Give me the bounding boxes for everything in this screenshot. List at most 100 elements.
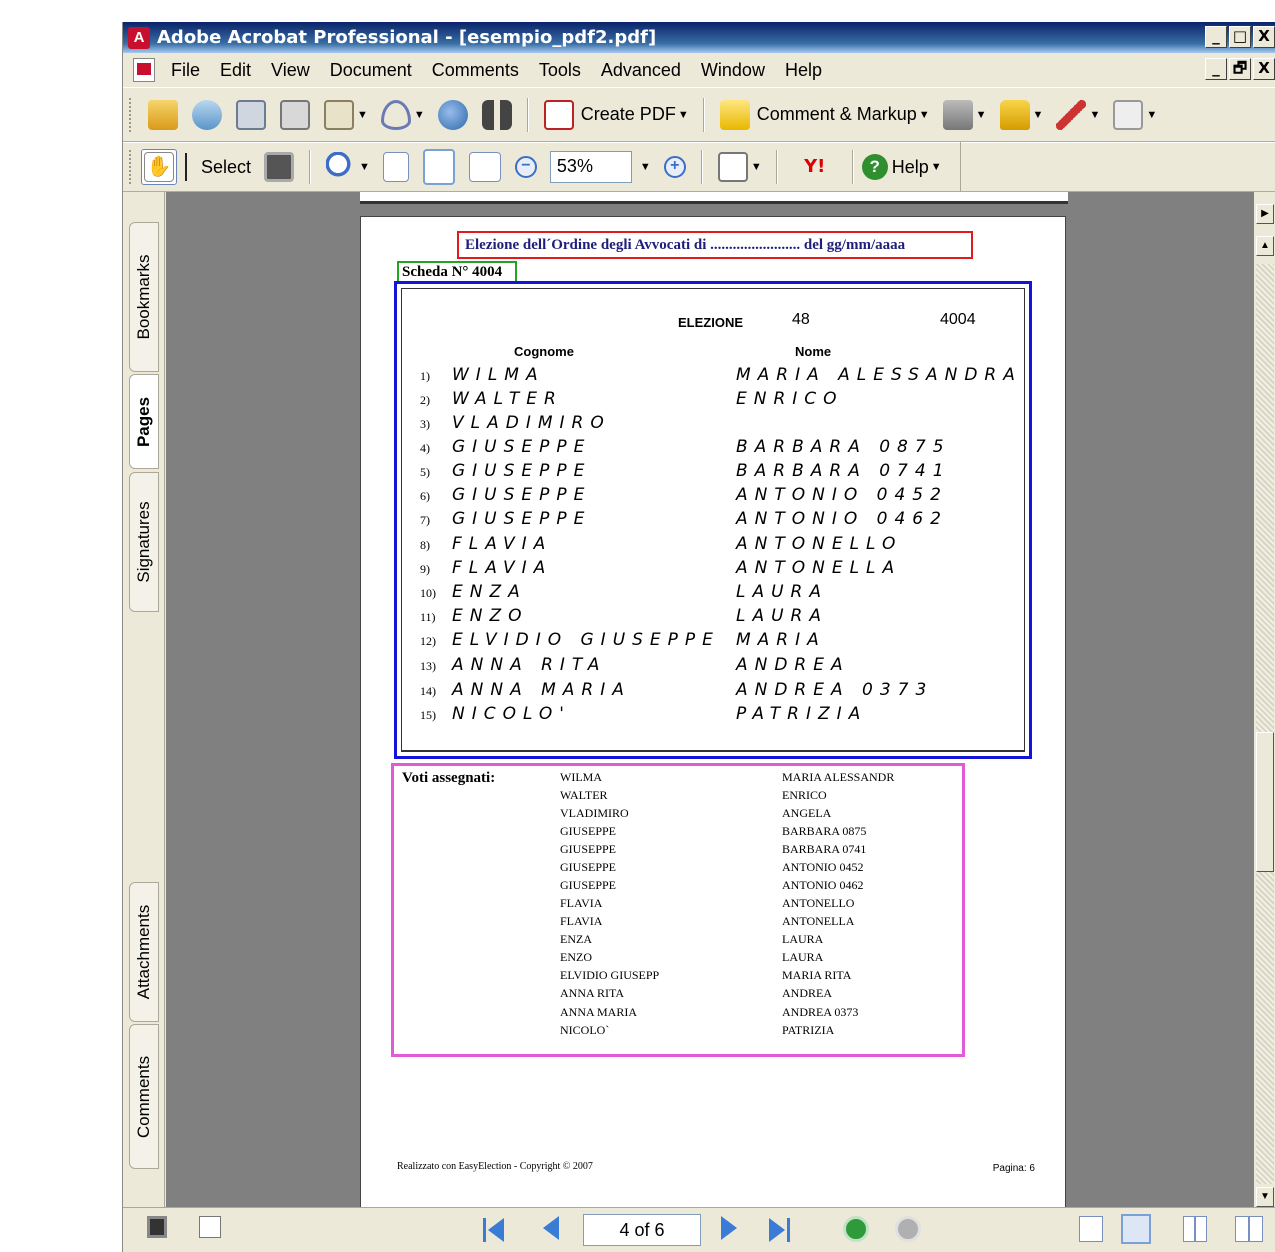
first-page-icon[interactable]	[483, 1216, 504, 1244]
page-footer-copyright: Realizzato con EasyElection - Copyright …	[397, 1161, 593, 1172]
yahoo-search-icon[interactable]: Y!	[793, 152, 837, 182]
document-view[interactable]: Elezione dell´Ordine degli Avvocati di .…	[166, 192, 1254, 1211]
previous-page-icon[interactable]	[543, 1216, 559, 1244]
doc-close-button[interactable]: X	[1253, 58, 1275, 80]
scroll-up-arrow-icon[interactable]: ▲	[1256, 236, 1274, 256]
select-tool-button[interactable]: Select	[201, 157, 251, 178]
select-cursor-icon	[185, 153, 199, 181]
vote-surname: VLADIMIRO	[560, 806, 629, 820]
tab-attachments[interactable]: Attachments	[129, 882, 159, 1022]
row-number: 11)	[420, 610, 436, 624]
chevron-down-icon[interactable]: ▼	[640, 161, 651, 173]
continuous-facing-view-icon[interactable]	[1183, 1216, 1207, 1242]
chevron-down-icon[interactable]: ▼	[931, 161, 942, 173]
secure-lock-icon[interactable]	[999, 99, 1030, 130]
menu-help[interactable]: Help	[775, 60, 832, 81]
page-number-input[interactable]: 4 of 6	[583, 1214, 701, 1246]
scroll-down-arrow-icon[interactable]: ▼	[1256, 1187, 1274, 1207]
menu-document[interactable]: Document	[320, 60, 422, 81]
email-globe-icon[interactable]	[437, 99, 468, 130]
close-button[interactable]: X	[1253, 26, 1275, 48]
go-back-icon[interactable]	[843, 1216, 869, 1242]
chevron-down-icon[interactable]: ▼	[1033, 109, 1044, 121]
document-icon[interactable]	[133, 58, 155, 82]
snapshot-camera-icon[interactable]	[264, 152, 295, 182]
vote-surname: ELVIDIO GIUSEPP	[560, 968, 660, 982]
doc-restore-button[interactable]: 🗗	[1229, 58, 1251, 80]
menu-advanced[interactable]: Advanced	[591, 60, 691, 81]
search-binoculars-icon[interactable]	[481, 99, 512, 130]
fit-page-icon[interactable]	[422, 149, 455, 185]
fit-width-icon[interactable]	[468, 152, 501, 182]
organizer-icon[interactable]	[192, 99, 222, 130]
open-folder-icon[interactable]	[148, 99, 178, 130]
zoom-in-icon[interactable]: +	[663, 156, 686, 178]
zoom-out-icon[interactable]: −	[514, 156, 537, 178]
send-review-icon[interactable]	[942, 99, 973, 130]
tab-signatures[interactable]: Signatures	[129, 472, 159, 612]
facing-view-icon[interactable]	[1235, 1216, 1263, 1242]
minimize-button[interactable]: _	[1205, 26, 1227, 48]
vote-name: LAURA	[782, 950, 824, 964]
next-page-icon[interactable]	[721, 1216, 737, 1244]
scroll-right-arrow-icon[interactable]: ▶	[1256, 204, 1274, 224]
chevron-down-icon[interactable]: ▼	[1146, 109, 1157, 121]
pdf-page: Elezione dell´Ordine degli Avvocati di .…	[360, 216, 1066, 1211]
chevron-down-icon[interactable]: ▼	[678, 109, 689, 121]
menu-view[interactable]: View	[261, 60, 320, 81]
print-icon[interactable]	[280, 99, 310, 130]
vote-surname: GIUSEPPE	[560, 878, 617, 892]
continuous-view-icon[interactable]	[1121, 1214, 1151, 1244]
last-page-icon[interactable]	[769, 1216, 790, 1244]
scroll-track[interactable]	[1256, 264, 1274, 1184]
attach-paperclip-icon[interactable]	[380, 99, 411, 130]
page-options-icon[interactable]	[199, 1216, 221, 1238]
cognome-header: Cognome	[514, 344, 574, 359]
forms-pages-icon[interactable]	[1113, 99, 1144, 130]
save-icon[interactable]	[236, 99, 266, 130]
menu-comments[interactable]: Comments	[422, 60, 529, 81]
tasks-icon[interactable]	[324, 99, 354, 130]
zoom-in-tool-icon[interactable]	[326, 152, 357, 182]
elezione-id: 4004	[940, 311, 976, 328]
menu-tools[interactable]: Tools	[529, 60, 591, 81]
doc-minimize-button[interactable]: _	[1205, 58, 1227, 80]
chevron-down-icon[interactable]: ▼	[1089, 109, 1100, 121]
menu-edit[interactable]: Edit	[210, 60, 261, 81]
row-number: 7)	[420, 513, 430, 527]
single-page-view-icon[interactable]	[1079, 1216, 1103, 1242]
rotate-view-icon[interactable]	[717, 152, 748, 182]
row-number: 12)	[420, 634, 436, 648]
toolbar-grip[interactable]	[129, 150, 133, 184]
create-pdf-button[interactable]: Create PDF	[581, 104, 676, 125]
handwritten-surname: ANNA RITA	[452, 655, 607, 675]
toolbar-grip[interactable]	[129, 97, 133, 132]
ballot-row: 5) GIUSEPPE BARBARA 0741	[420, 461, 1020, 485]
chevron-down-icon[interactable]: ▼	[359, 161, 370, 173]
row-number: 10)	[420, 586, 436, 600]
zoom-level-input[interactable]: 53%	[549, 151, 632, 183]
chevron-down-icon[interactable]: ▼	[357, 109, 368, 121]
go-forward-icon[interactable]	[895, 1216, 921, 1242]
vertical-scrollbar[interactable]: ▶ ▲ ▼	[1254, 192, 1275, 1207]
chevron-down-icon[interactable]: ▼	[919, 109, 930, 121]
page-layout-icon[interactable]	[147, 1216, 167, 1238]
tab-signatures-label: Signatures	[134, 501, 153, 583]
scroll-thumb[interactable]	[1256, 732, 1274, 872]
tab-pages[interactable]: Pages	[129, 374, 159, 469]
tab-comments[interactable]: Comments	[129, 1024, 159, 1169]
help-button[interactable]: Help	[892, 157, 929, 178]
maximize-button[interactable]: □	[1229, 26, 1251, 48]
ballot-row: 13) ANNA RITA ANDREA	[420, 655, 1020, 679]
menu-file[interactable]: File	[161, 60, 210, 81]
menu-window[interactable]: Window	[691, 60, 775, 81]
comment-markup-button[interactable]: Comment & Markup	[757, 104, 917, 125]
actual-size-icon[interactable]	[382, 152, 409, 182]
sign-pen-icon[interactable]	[1056, 99, 1087, 130]
tab-bookmarks[interactable]: Bookmarks	[129, 222, 159, 372]
chevron-down-icon[interactable]: ▼	[976, 109, 987, 121]
hand-tool-button[interactable]: ✋	[141, 149, 177, 185]
acrobat-app-icon: A	[128, 27, 150, 49]
chevron-down-icon[interactable]: ▼	[414, 109, 425, 121]
chevron-down-icon[interactable]: ▼	[751, 161, 762, 173]
